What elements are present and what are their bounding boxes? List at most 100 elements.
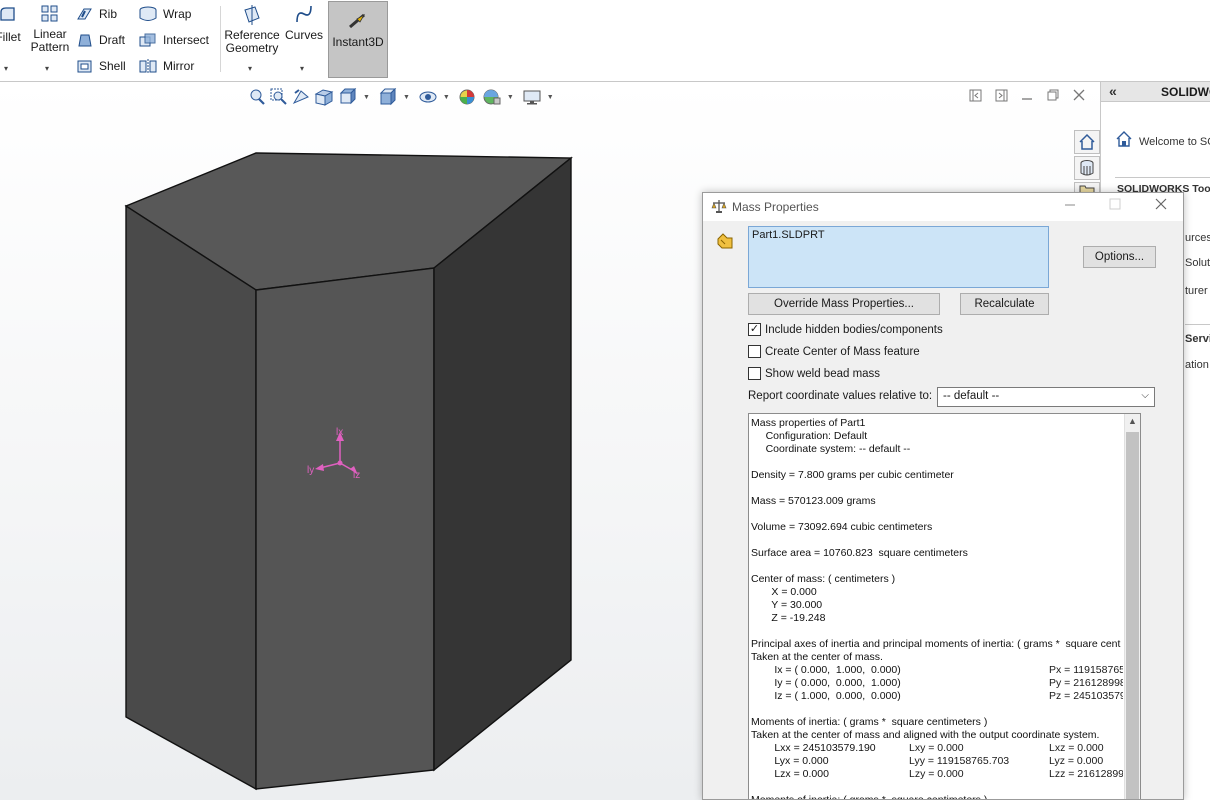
results-line: Moments of inertia: ( grams * square cen…	[751, 716, 988, 728]
dialog-maximize-icon	[1109, 197, 1121, 213]
coordinate-system-value: -- default --	[943, 390, 1000, 402]
tile-right-icon[interactable]	[994, 88, 1008, 102]
view-settings-icon[interactable]	[522, 88, 542, 106]
triad-x-label: lx	[336, 427, 343, 438]
inertia-lyz: Lyz = 0.000	[1049, 755, 1104, 767]
design-library-icon	[1080, 160, 1094, 176]
inertia-lzy: Lzy = 0.000	[909, 768, 964, 780]
heads-up-view-toolbar: ▼ ▼ ▼ ▼ ▼	[248, 86, 558, 108]
part-front-face[interactable]	[255, 267, 435, 790]
results-line	[751, 703, 1121, 716]
results-line: Taken at the center of mass.	[751, 651, 883, 663]
prism-part-model[interactable]: lx ly lz	[0, 0, 700, 800]
apply-scene-dropdown-icon[interactable]: ▼	[507, 94, 514, 101]
chevron-down-icon[interactable]: ⌵	[1141, 390, 1149, 401]
minimize-icon[interactable]	[1020, 88, 1034, 102]
create-com-check-box[interactable]	[748, 345, 761, 358]
results-line: Density = 7.800 grams per cubic centimet…	[751, 469, 954, 481]
view-settings-dropdown-icon[interactable]: ▼	[547, 94, 554, 101]
create-com-label: Create Center of Mass feature	[765, 345, 920, 358]
task-pane-header: « SOLIDWORKS	[1101, 82, 1210, 102]
triad-z-label: lz	[353, 470, 360, 481]
view-orientation-icon[interactable]	[338, 88, 358, 106]
previous-view-icon[interactable]	[292, 88, 310, 106]
inertia-lyy: Lyy = 119158765.703	[909, 755, 1010, 767]
home-tab-icon	[1079, 133, 1095, 150]
apply-scene-icon[interactable]	[482, 88, 502, 106]
task-pane-tab-strip	[1074, 130, 1100, 196]
dialog-close-icon[interactable]	[1155, 197, 1167, 213]
subscription-link[interactable]: ation S	[1185, 359, 1210, 371]
resources-heading: urces	[1185, 232, 1210, 244]
results-line	[751, 456, 1121, 469]
results-line	[751, 781, 1121, 794]
hide-show-dropdown-icon[interactable]: ▼	[443, 94, 450, 101]
mass-properties-results[interactable]: Mass properties of Part1 Configuration: …	[748, 413, 1141, 800]
mass-properties-scale-icon	[711, 198, 727, 217]
results-line	[751, 560, 1121, 573]
results-line	[751, 482, 1121, 495]
results-line: X = 0.000	[751, 586, 817, 598]
home-icon[interactable]	[1115, 130, 1133, 151]
scrollbar-thumb[interactable]	[1126, 432, 1139, 799]
task-pane-divider-2	[1185, 324, 1210, 325]
triad-y-label: ly	[307, 465, 314, 476]
scroll-up-icon[interactable]: ▲	[1128, 416, 1137, 426]
results-line	[751, 508, 1121, 521]
collapse-task-pane-icon[interactable]: «	[1109, 83, 1117, 99]
report-coordinates-label: Report coordinate values relative to:	[748, 390, 933, 402]
tile-left-icon[interactable]	[968, 88, 982, 102]
coordinate-system-select[interactable]: -- default -- ⌵	[937, 387, 1155, 407]
services-heading: Servi	[1185, 333, 1210, 345]
zoom-to-area-icon[interactable]	[270, 88, 288, 106]
task-pane-divider	[1115, 177, 1210, 178]
show-weld-check-box[interactable]	[748, 367, 761, 380]
options-button[interactable]: Options...	[1083, 246, 1156, 268]
dialog-minimize-icon[interactable]	[1064, 197, 1076, 213]
part-left-face[interactable]	[125, 204, 257, 791]
results-line: Moments of inertia: ( grams * square cen…	[751, 794, 988, 800]
show-weld-bead-mass-checkbox[interactable]: Show weld bead mass	[748, 367, 880, 380]
edit-appearance-icon[interactable]	[458, 88, 478, 106]
include-hidden-check-box[interactable]: ✓	[748, 323, 761, 336]
results-scrollbar[interactable]: ▲	[1124, 414, 1140, 799]
display-style-dropdown-icon[interactable]: ▼	[403, 94, 410, 101]
restore-icon[interactable]	[1046, 88, 1060, 102]
inertia-lxy: Lxy = 0.000	[909, 742, 964, 754]
selected-item[interactable]: Part1.SLDPRT	[752, 229, 1045, 241]
results-line: Principal axes of inertia and principal …	[751, 638, 1121, 650]
document-window-controls	[968, 88, 1086, 102]
hide-show-items-icon[interactable]	[418, 88, 438, 106]
results-line	[751, 625, 1121, 638]
dialog-title-bar[interactable]: Mass Properties	[703, 193, 1183, 221]
selected-items-list[interactable]: Part1.SLDPRT	[748, 226, 1049, 288]
tab-home[interactable]	[1074, 130, 1100, 154]
include-hidden-checkbox[interactable]: ✓ Include hidden bodies/components	[748, 323, 943, 336]
results-line: Surface area = 10760.823 square centimet…	[751, 547, 968, 559]
results-line: Center of mass: ( centimeters )	[751, 573, 896, 585]
override-mass-properties-button[interactable]: Override Mass Properties...	[748, 293, 940, 315]
dialog-title: Mass Properties	[732, 200, 819, 214]
view-orientation-dropdown-icon[interactable]: ▼	[363, 94, 370, 101]
show-weld-label: Show weld bead mass	[765, 367, 881, 380]
tab-design-library[interactable]	[1074, 156, 1100, 180]
create-center-of-mass-checkbox[interactable]: Create Center of Mass feature	[748, 345, 920, 358]
manufacturer-link[interactable]: turer	[1185, 285, 1208, 297]
results-line: Mass = 570123.009 grams	[751, 495, 876, 507]
results-line: Coordinate system: -- default --	[751, 443, 911, 455]
inertia-lxz: Lxz = 0.000	[1049, 742, 1104, 754]
results-line: Volume = 73092.694 cubic centimeters	[751, 521, 933, 533]
section-view-icon[interactable]	[314, 88, 334, 106]
recalculate-button[interactable]: Recalculate	[960, 293, 1049, 315]
close-icon[interactable]	[1072, 88, 1086, 102]
results-line: Z = -19.248	[751, 612, 826, 624]
include-hidden-label: Include hidden bodies/components	[765, 323, 943, 336]
zoom-to-fit-icon[interactable]	[248, 88, 266, 106]
results-line: Configuration: Default	[751, 430, 868, 442]
results-line: Mass properties of Part1	[751, 417, 866, 429]
welcome-link[interactable]: Welcome to SO	[1139, 136, 1210, 148]
results-line: Y = 30.000	[751, 599, 823, 611]
solutions-link[interactable]: Soluti	[1185, 257, 1210, 269]
display-style-icon[interactable]	[378, 88, 398, 106]
select-items-icon	[715, 231, 735, 254]
